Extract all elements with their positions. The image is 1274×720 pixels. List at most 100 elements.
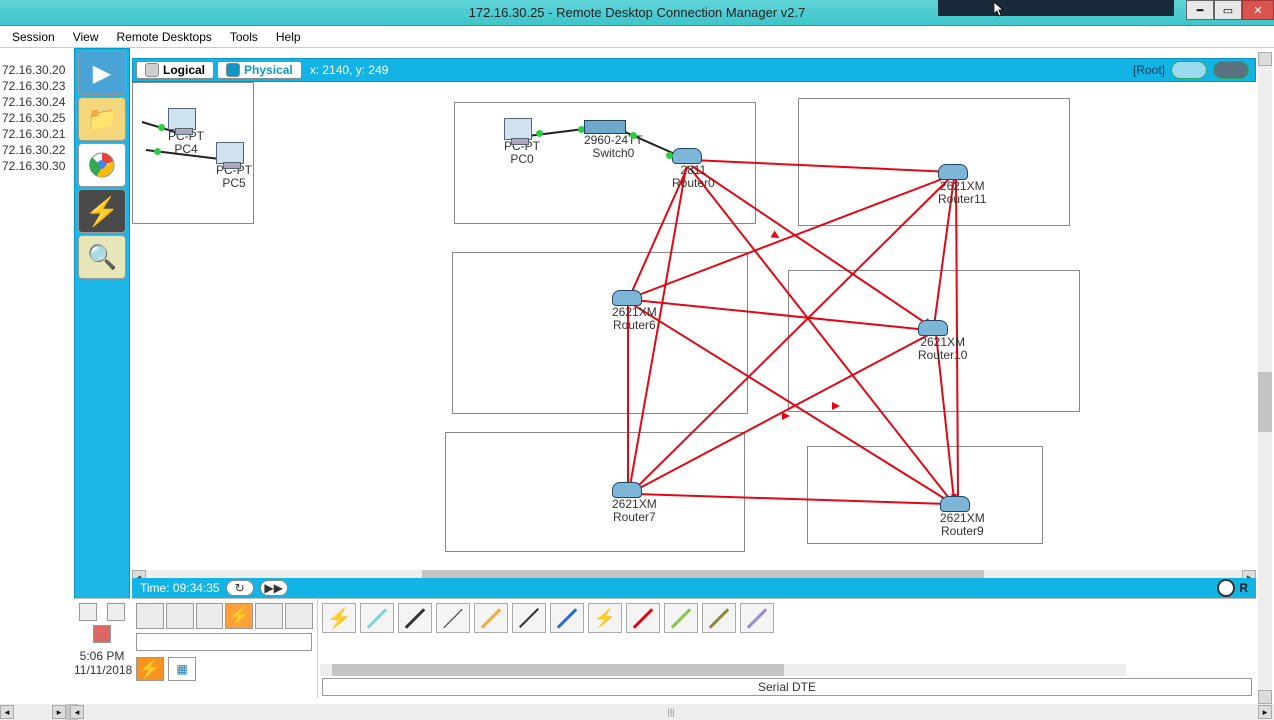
launcher-packettracer-icon[interactable]: 🔍: [78, 235, 126, 279]
cable-serial-dce[interactable]: ⚡: [588, 603, 622, 633]
scroll-left-arrow[interactable]: ◂: [0, 705, 14, 719]
cable-serial-dte[interactable]: [626, 603, 660, 633]
menu-view[interactable]: View: [65, 28, 107, 46]
device-pc0[interactable]: PC-PT PC0: [504, 118, 540, 165]
cable-fiber[interactable]: [474, 603, 508, 633]
scroll-up-arrow[interactable]: [1258, 52, 1272, 66]
nav-back-button[interactable]: [1171, 61, 1207, 79]
workspace-vscrollbar[interactable]: [1258, 52, 1272, 704]
router-icon: [612, 290, 642, 306]
cable-scrollbar[interactable]: [320, 664, 1126, 676]
menu-session[interactable]: Session: [4, 28, 63, 46]
device-switch0[interactable]: 2960-24TT Switch0: [584, 120, 643, 159]
cluster-box[interactable]: [807, 446, 1043, 544]
cable-iot[interactable]: [702, 603, 736, 633]
ip-item[interactable]: 72.16.30.25: [0, 110, 68, 126]
logical-label: Logical: [163, 63, 205, 77]
vscroll-thumb[interactable]: [1258, 372, 1272, 432]
subcategory-grid[interactable]: ▦: [168, 657, 196, 681]
scroll-down-arrow[interactable]: [1258, 690, 1272, 704]
category-network-devices[interactable]: [136, 603, 164, 629]
cable-auto[interactable]: ⚡: [322, 603, 356, 633]
topology-canvas[interactable]: PC-PT PC4 PC-PT PC5 PC-PT PC0 2960-24TT …: [132, 82, 1256, 584]
launcher-sublime-icon[interactable]: ⚡: [78, 189, 126, 233]
cable-usb[interactable]: [740, 603, 774, 633]
window-controls: ━ ▭ ✕: [1186, 0, 1274, 20]
window-hscrollbar[interactable]: ◂ ▸ ◂ ||| ▸: [0, 704, 1274, 720]
fast-forward-button[interactable]: ▶▶: [260, 580, 288, 596]
simulation-timebar: Time: 09:34:35 ↻ ▶▶ R: [132, 578, 1256, 598]
ip-item[interactable]: 72.16.30.30: [0, 158, 68, 174]
device-router11[interactable]: 2621XM Router11: [938, 164, 986, 205]
pc-icon: [504, 118, 532, 140]
reset-time-button[interactable]: ↻: [226, 580, 254, 596]
scroll-right-arrow[interactable]: ▸: [1258, 705, 1272, 719]
cable-copper-straight[interactable]: [398, 603, 432, 633]
cable-phone[interactable]: [512, 603, 546, 633]
cable-octal[interactable]: [664, 603, 698, 633]
minimize-button[interactable]: ━: [1186, 0, 1214, 20]
device-category-panel: ⚡ ⚡ ▦: [132, 599, 318, 698]
ip-item[interactable]: 72.16.30.20: [0, 62, 68, 78]
switch-icon: [584, 120, 626, 134]
category-multiuser[interactable]: [285, 603, 313, 629]
cable-console[interactable]: [360, 603, 394, 633]
realtime-icon[interactable]: [1217, 579, 1235, 597]
device-label: Router7: [612, 511, 657, 524]
tray-icon[interactable]: [79, 603, 97, 621]
device-label: PC5: [216, 177, 252, 190]
ip-item[interactable]: 72.16.30.23: [0, 78, 68, 94]
device-router10[interactable]: 2621XM Router10: [918, 320, 967, 361]
device-label: PC4: [168, 143, 204, 156]
device-router6[interactable]: 2621XM Router6: [612, 290, 657, 331]
device-label: 2811: [672, 164, 715, 177]
cable-scroll-thumb[interactable]: [332, 664, 784, 676]
close-button[interactable]: ✕: [1242, 0, 1274, 20]
device-label: 2621XM: [938, 180, 986, 193]
cluster-box[interactable]: [445, 432, 745, 552]
launcher-folder-icon[interactable]: 📁: [78, 97, 126, 141]
cluster-box[interactable]: [452, 252, 748, 414]
device-router9[interactable]: 2621XM Router9: [940, 496, 985, 537]
subcategory-connections[interactable]: ⚡: [136, 657, 164, 681]
logical-tab[interactable]: Logical: [136, 61, 214, 79]
tray-time: 5:06 PM: [74, 649, 130, 663]
physical-tab[interactable]: Physical: [217, 61, 302, 79]
device-pc4[interactable]: PC-PT PC4: [168, 108, 204, 155]
tray-icon[interactable]: [93, 625, 111, 643]
device-label: PC0: [504, 153, 540, 166]
device-pc5[interactable]: PC-PT PC5: [216, 142, 252, 189]
device-label: 2621XM: [940, 512, 985, 525]
cable-copper-cross[interactable]: [436, 603, 470, 633]
root-label[interactable]: [Root]: [1133, 63, 1165, 77]
device-name-field[interactable]: [136, 633, 312, 651]
scroll-left-arrow[interactable]: ◂: [70, 705, 84, 719]
menu-remote-desktops[interactable]: Remote Desktops: [109, 28, 220, 46]
environment-button[interactable]: [1213, 61, 1249, 79]
device-router7[interactable]: 2621XM Router7: [612, 482, 657, 523]
cable-coaxial[interactable]: [550, 603, 584, 633]
menu-help[interactable]: Help: [268, 28, 309, 46]
category-end-devices[interactable]: [166, 603, 194, 629]
launcher-explorer-icon[interactable]: ▶: [78, 51, 126, 95]
ip-item[interactable]: 72.16.30.24: [0, 94, 68, 110]
device-router0[interactable]: 2811 Router0: [672, 148, 715, 189]
window-titlebar: 172.16.30.25 - Remote Desktop Connection…: [0, 0, 1274, 26]
device-label: 2621XM: [918, 336, 967, 349]
category-components[interactable]: [196, 603, 224, 629]
cluster-box[interactable]: [798, 98, 1070, 226]
device-palette: ⚡ ⚡ ▦ ⚡ ⚡ Serial DTE: [132, 598, 1256, 698]
launcher-bar: ▶ 📁 ⚡ 🔍: [74, 48, 130, 608]
router-icon: [938, 164, 968, 180]
category-misc[interactable]: [255, 603, 283, 629]
tray-icon[interactable]: [107, 603, 125, 621]
launcher-chrome-icon[interactable]: [78, 143, 126, 187]
scroll-right-arrow[interactable]: ▸: [52, 705, 66, 719]
ip-item[interactable]: 72.16.30.21: [0, 126, 68, 142]
category-connections[interactable]: ⚡: [225, 603, 253, 629]
menu-tools[interactable]: Tools: [222, 28, 266, 46]
time-label: Time: 09:34:35: [140, 581, 220, 595]
maximize-button[interactable]: ▭: [1214, 0, 1242, 20]
ip-item[interactable]: 72.16.30.22: [0, 142, 68, 158]
device-label: 2621XM: [612, 306, 657, 319]
